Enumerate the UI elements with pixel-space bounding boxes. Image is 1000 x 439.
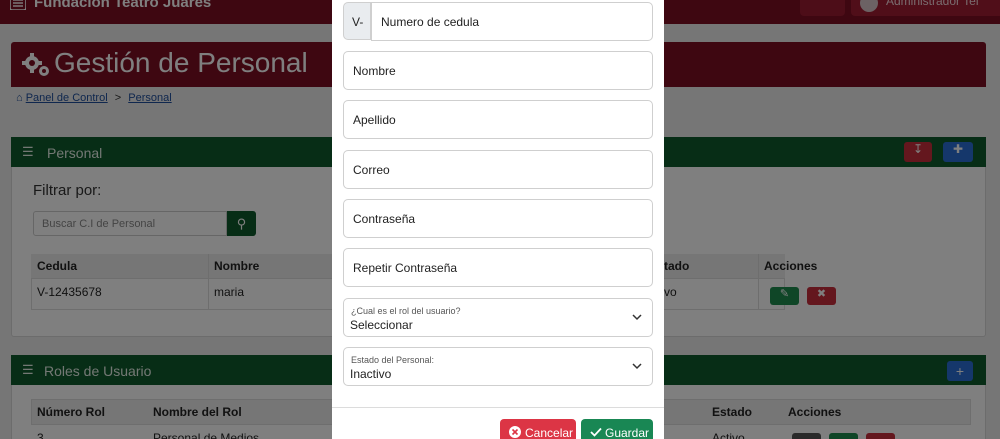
rol-select-value: Seleccionar bbox=[350, 318, 413, 332]
chevron-down-icon bbox=[632, 363, 642, 370]
estado-select[interactable]: Estado del Personal: Inactivo bbox=[343, 347, 653, 386]
password-field[interactable]: Contraseña bbox=[343, 199, 653, 238]
close-circle-icon bbox=[509, 426, 521, 438]
rol-select-label: ¿Cual es el rol del usuario? bbox=[351, 306, 461, 316]
save-label: Guardar bbox=[605, 426, 650, 439]
check-icon bbox=[590, 427, 602, 437]
apellido-field[interactable]: Apellido bbox=[343, 100, 653, 139]
cedula-prefix: V- bbox=[343, 2, 371, 40]
correo-field[interactable]: Correo bbox=[343, 150, 653, 189]
cancel-label: Cancelar bbox=[525, 426, 574, 439]
cedula-field[interactable]: Numero de cedula bbox=[371, 2, 653, 41]
nombre-field[interactable]: Nombre bbox=[343, 51, 653, 90]
cancel-button[interactable]: Cancelar bbox=[500, 419, 576, 439]
rol-select[interactable]: ¿Cual es el rol del usuario? Seleccionar bbox=[343, 298, 653, 337]
save-button[interactable]: Guardar bbox=[581, 419, 653, 439]
password-repeat-field[interactable]: Repetir Contraseña bbox=[343, 248, 653, 287]
chevron-down-icon bbox=[632, 314, 642, 321]
estado-select-label: Estado del Personal: bbox=[351, 355, 435, 365]
estado-select-value: Inactivo bbox=[350, 367, 392, 381]
modal-footer-divider bbox=[332, 407, 664, 408]
